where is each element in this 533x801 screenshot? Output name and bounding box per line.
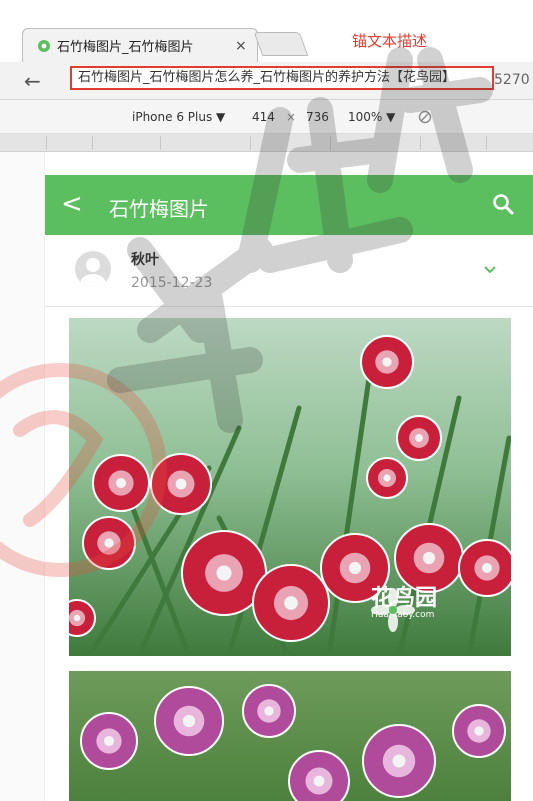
- url-overflow-text: 5270: [494, 72, 530, 88]
- flower-photo: 花鸟园 Huaniaoy.com: [69, 318, 511, 656]
- flower-blossom: [452, 704, 506, 758]
- flower-blossom: [252, 564, 330, 642]
- author-row: 秋叶 2015-12-23: [45, 235, 533, 307]
- dimension-separator: ×: [286, 110, 297, 124]
- back-chevron-icon[interactable]: <: [61, 189, 83, 219]
- flower-blossom: [82, 516, 136, 570]
- flower-blossom: [150, 453, 212, 515]
- page-title: 石竹梅图片: [109, 197, 209, 221]
- tab-title: 石竹梅图片_石竹梅图片: [57, 40, 194, 55]
- photo-watermark: 花鸟园 Huaniaoy.com: [371, 588, 437, 632]
- flower-blossom: [396, 415, 442, 461]
- flower-blossom: [288, 750, 350, 801]
- leaf-logo-icon: [371, 588, 415, 632]
- zoom-select[interactable]: 100% ▼: [348, 110, 395, 124]
- search-icon[interactable]: [491, 192, 515, 216]
- tab-close-icon[interactable]: ×: [235, 38, 247, 54]
- avatar[interactable]: [75, 251, 111, 287]
- mobile-viewport: < 石竹梅图片 秋叶 2015-12-23 花鸟园 Huaniaoy.com: [45, 175, 533, 801]
- chevron-down-icon[interactable]: [483, 263, 497, 277]
- browser-tab-strip: 石竹梅图片_石竹梅图片 × 锚文本描述: [0, 0, 533, 62]
- anchor-annotation: 锚文本描述: [352, 32, 428, 50]
- new-tab-button[interactable]: [253, 32, 309, 56]
- flower-blossom: [360, 335, 414, 389]
- device-toolbar: iPhone 6 Plus ▼ 414 × 736 100% ▼: [0, 100, 533, 134]
- device-select[interactable]: iPhone 6 Plus ▼: [132, 110, 225, 124]
- flower-blossom: [154, 686, 224, 756]
- media-query-ruler: [0, 134, 533, 152]
- flower-blossom: [80, 712, 138, 770]
- back-arrow-icon[interactable]: ←: [24, 69, 41, 93]
- screenshot-root: { "browser": { "tab_title": "石竹梅图片_石竹梅图片…: [0, 0, 533, 801]
- page-header: < 石竹梅图片: [45, 175, 533, 235]
- flower-blossom: [69, 599, 96, 637]
- post-date: 2015-12-23: [131, 275, 213, 291]
- flower-favicon-icon: [38, 39, 50, 52]
- browser-tab[interactable]: 石竹梅图片_石竹梅图片 ×: [22, 28, 258, 62]
- viewport-height[interactable]: 736: [306, 110, 329, 124]
- flower-blossom: [366, 457, 408, 499]
- pink-flowers-illustration: [80, 684, 506, 801]
- flower-blossom: [242, 684, 296, 738]
- viewport-width[interactable]: 414: [252, 110, 275, 124]
- url-field[interactable]: 石竹梅图片_石竹梅图片怎么养_石竹梅图片的养护方法【花鸟园】: [70, 66, 494, 90]
- flower-photo-2: [69, 671, 511, 801]
- address-bar: ← 石竹梅图片_石竹梅图片怎么养_石竹梅图片的养护方法【花鸟园】 5270: [0, 62, 533, 100]
- flower-blossom: [92, 454, 150, 512]
- rotate-icon[interactable]: [418, 110, 432, 124]
- dianthus-illustration: [69, 335, 511, 656]
- flower-blossom: [458, 539, 511, 597]
- flower-blossom: [394, 523, 464, 593]
- flower-blossom: [362, 724, 436, 798]
- emulator-gutter: [0, 152, 45, 801]
- author-name[interactable]: 秋叶: [131, 249, 159, 269]
